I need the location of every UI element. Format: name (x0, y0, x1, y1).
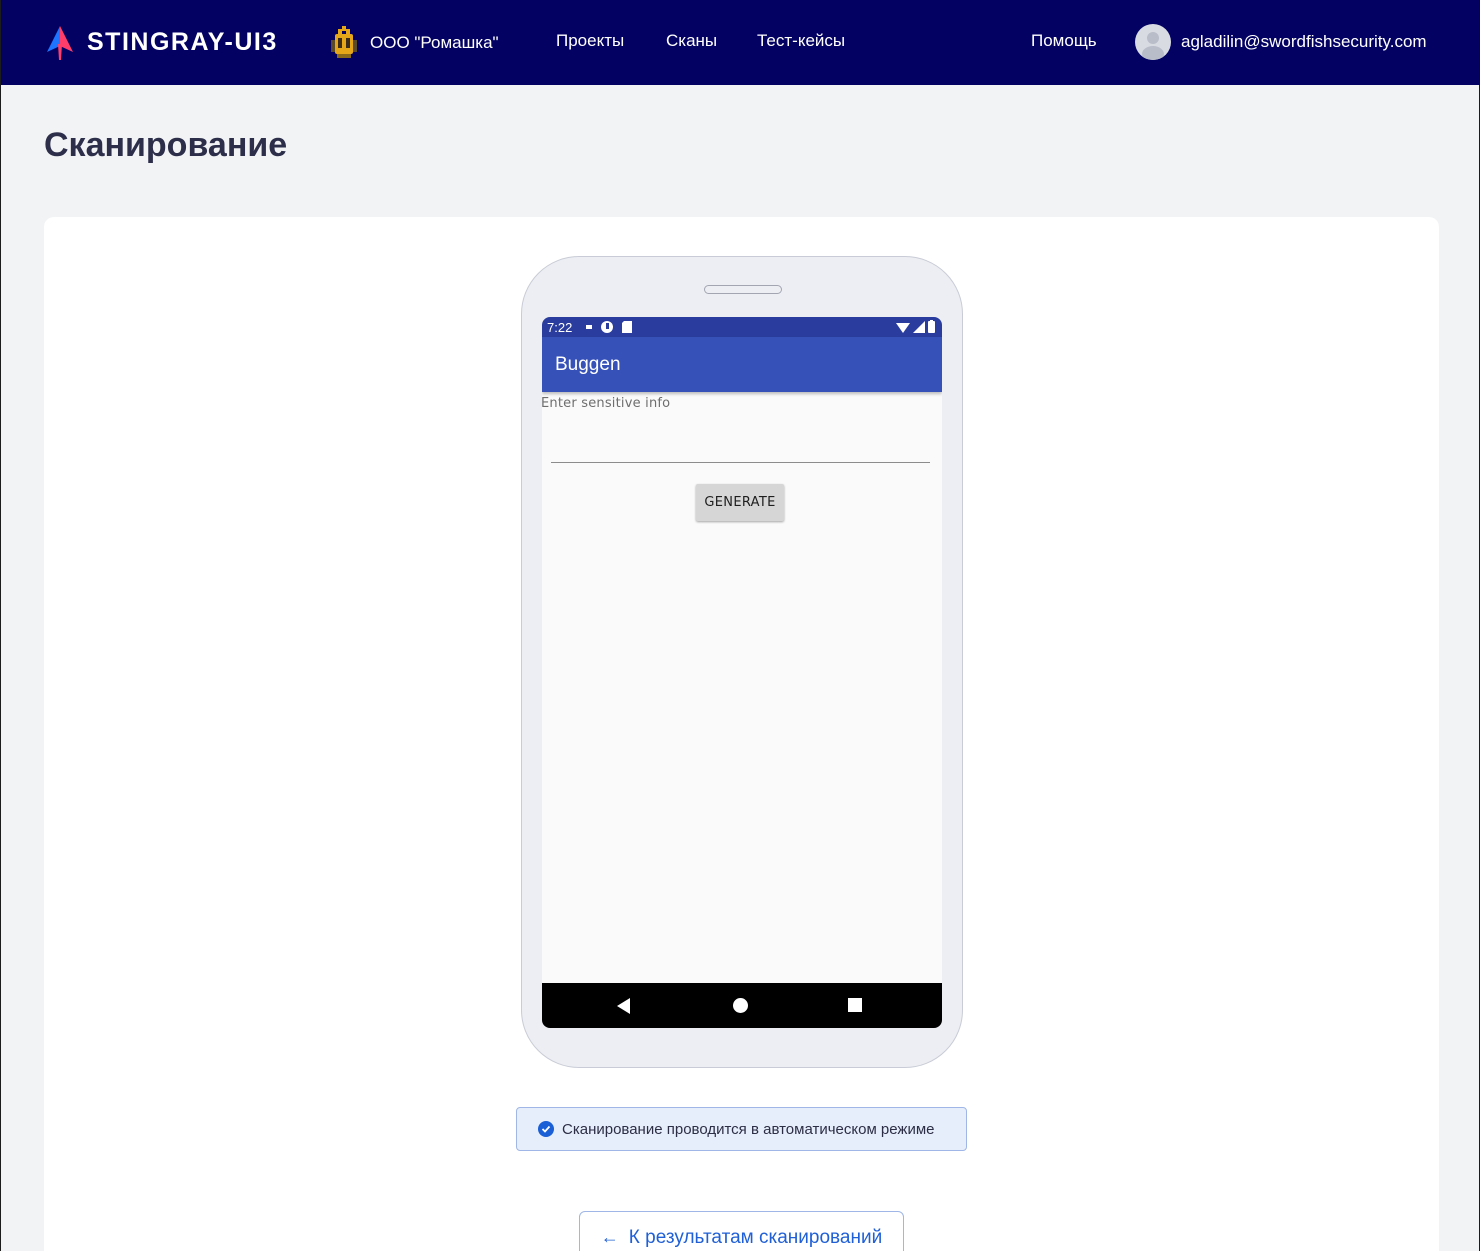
brand-name: STINGRAY-UI3 (87, 27, 278, 56)
wifi-icon (896, 322, 910, 333)
sync-icon (601, 321, 614, 333)
android-navigation-bar (542, 983, 942, 1028)
organization-name: ООО "Ромашка" (370, 33, 499, 52)
back-button-label: К результатам сканирований (628, 1227, 883, 1248)
app-title: Buggen (555, 353, 621, 375)
check-circle-icon (538, 1121, 554, 1137)
android-status-bar: 7:22 (542, 317, 942, 337)
generate-button[interactable]: GENERATE (696, 484, 784, 521)
nav-scans[interactable]: Сканы (666, 31, 717, 51)
nav-help[interactable]: Помощь (1031, 31, 1097, 51)
coat-of-arms-icon (331, 26, 357, 58)
auto-scan-info-banner: Сканирование проводится в автоматическом… (516, 1107, 967, 1151)
app-toolbar: Buggen (542, 337, 942, 392)
status-notification-icons (586, 321, 633, 333)
nav-test-cases[interactable]: Тест-кейсы (757, 31, 845, 51)
back-nav-icon[interactable] (617, 998, 630, 1014)
nav-projects[interactable]: Проекты (556, 31, 624, 51)
device-screen[interactable]: 7:22 Buggen Enter sensitive info GENERAT… (542, 317, 942, 1028)
sensitive-info-input[interactable] (551, 414, 930, 463)
home-nav-icon[interactable] (733, 998, 748, 1013)
arrow-left-icon: ← (600, 1227, 619, 1247)
device-frame: 7:22 Buggen Enter sensitive info GENERAT… (521, 256, 963, 1068)
user-email: agladilin@swordfishsecurity.com (1181, 32, 1427, 51)
recents-nav-icon[interactable] (848, 998, 862, 1012)
status-time: 7:22 (547, 319, 573, 335)
battery-icon (928, 320, 935, 333)
input-hint-label: Enter sensitive info (542, 396, 671, 411)
page-title: Сканирование (44, 126, 288, 164)
notification-dot-icon (586, 325, 593, 329)
user-menu[interactable]: agladilin@swordfishsecurity.com (1135, 24, 1427, 60)
brand-logo[interactable]: STINGRAY-UI3 (43, 24, 278, 60)
status-system-icons (896, 320, 935, 333)
top-navigation-bar: STINGRAY-UI3 ООО "Ромашка" Проекты Сканы… (1, 0, 1480, 85)
organization-selector[interactable]: ООО "Ромашка" (329, 26, 499, 60)
sd-card-icon (622, 321, 633, 333)
info-text: Сканирование проводится в автоматическом… (562, 1120, 935, 1138)
stingray-logo-icon (47, 26, 73, 60)
cell-signal-icon (913, 320, 925, 333)
device-speaker (704, 285, 782, 294)
user-avatar-icon (1135, 24, 1171, 60)
back-to-scan-results-button[interactable]: ← К результатам сканирований (579, 1211, 904, 1251)
